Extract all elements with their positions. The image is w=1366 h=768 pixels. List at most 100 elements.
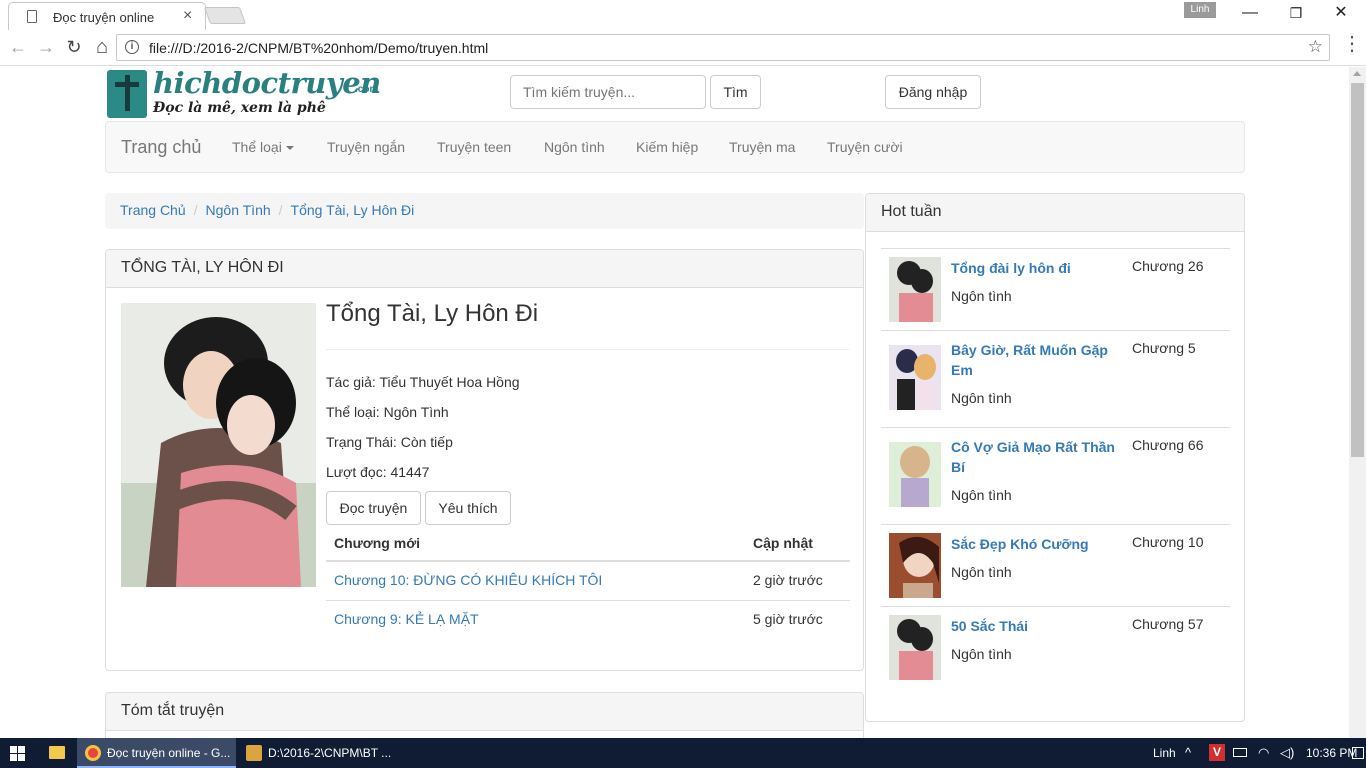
taskbar-explorer-window[interactable]: D:\2016-2\CNPM\BT ... bbox=[238, 738, 393, 768]
read-story-button[interactable]: Đọc truyện bbox=[326, 491, 421, 525]
title-divider bbox=[326, 349, 849, 350]
status-label: Trạng Thái: bbox=[326, 434, 397, 450]
author-label: Tác giả: bbox=[326, 374, 376, 390]
nav-ghost-stories[interactable]: Truyện ma bbox=[729, 139, 795, 155]
restore-icon[interactable]: ❐ bbox=[1282, 3, 1310, 25]
file-explorer-icon[interactable] bbox=[49, 746, 65, 759]
chapter-table: Chương mới Cập nhật Chương 10: ĐỪNG CÓ K… bbox=[326, 532, 850, 638]
battery-icon[interactable] bbox=[1233, 748, 1247, 757]
wifi-icon[interactable]: ◠ bbox=[1258, 738, 1269, 768]
antivirus-icon[interactable]: V bbox=[1209, 744, 1225, 761]
hot-story-chapter: Chương 5 bbox=[1132, 340, 1196, 356]
story-panel: TỔNG TÀI, LY HÔN ĐI Tổng Tài, Ly Hôn Đi … bbox=[105, 249, 864, 671]
search-input[interactable] bbox=[510, 75, 706, 109]
nav-romance[interactable]: Ngôn tình bbox=[544, 139, 605, 155]
minimize-icon[interactable]: — bbox=[1236, 3, 1264, 25]
browser-tab[interactable]: Đọc truyện online × bbox=[8, 2, 206, 30]
hot-story-title[interactable]: 50 Sắc Thái bbox=[951, 616, 1121, 636]
status-value: Còn tiếp bbox=[400, 434, 453, 450]
hot-story-genre: Ngôn tình bbox=[951, 288, 1012, 304]
page-icon bbox=[27, 10, 37, 23]
window-close-icon[interactable]: ✕ bbox=[1327, 3, 1355, 25]
nav-label: Thể loại bbox=[232, 139, 282, 155]
windows-taskbar: Đọc truyện online - G... D:\2016-2\CNPM\… bbox=[0, 738, 1366, 768]
table-row: Chương 9: KẺ LẠ MẶT 5 giờ trước bbox=[326, 600, 850, 638]
story-thumbnail[interactable] bbox=[889, 257, 941, 322]
story-views: Lượt đọc: 41447 bbox=[326, 464, 429, 480]
breadcrumb-home[interactable]: Trang Chủ bbox=[120, 202, 186, 218]
info-icon[interactable]: i bbox=[125, 40, 139, 54]
hot-week-heading: Hot tuần bbox=[866, 194, 1244, 232]
list-item[interactable]: Sắc Đẹp Khó Cưỡng Chương 10 Ngôn tình bbox=[881, 524, 1230, 606]
views-label: Lượt đọc: bbox=[326, 464, 387, 480]
hot-story-chapter: Chương 66 bbox=[1132, 437, 1204, 453]
breadcrumb-story[interactable]: Tổng Tài, Ly Hôn Đi bbox=[291, 202, 415, 218]
address-bar[interactable]: i file:///D:/2016-2/CNPM/BT%20nhom/Demo/… bbox=[116, 34, 1330, 61]
author-value: Tiểu Thuyết Hoa Hồng bbox=[379, 374, 520, 390]
breadcrumb-genre[interactable]: Ngôn Tình bbox=[206, 202, 271, 218]
story-author: Tác giả: Tiểu Thuyết Hoa Hồng bbox=[326, 374, 520, 390]
forward-icon[interactable]: → bbox=[34, 36, 58, 58]
story-thumbnail[interactable] bbox=[889, 533, 941, 598]
nav-martial-arts[interactable]: Kiếm hiệp bbox=[636, 139, 698, 155]
reload-icon[interactable]: ↻ bbox=[62, 36, 86, 58]
page-viewport: hichdoctruyen .com Đọc là mê, xem là phê… bbox=[0, 67, 1349, 738]
story-thumbnail[interactable] bbox=[889, 442, 941, 507]
page-scrollbar[interactable] bbox=[1349, 67, 1366, 738]
favorite-button[interactable]: Yêu thích bbox=[425, 491, 511, 525]
bookmark-star-icon[interactable]: ☆ bbox=[1308, 37, 1323, 57]
story-cover-image bbox=[121, 303, 316, 587]
logo-text: hichdoctruyen bbox=[153, 67, 381, 100]
story-thumbnail[interactable] bbox=[889, 615, 941, 680]
site-logo[interactable]: hichdoctruyen .com Đọc là mê, xem là phê bbox=[107, 67, 387, 120]
url-text[interactable]: file:///D:/2016-2/CNPM/BT%20nhom/Demo/tr… bbox=[149, 40, 488, 56]
home-icon[interactable]: ⌂ bbox=[90, 36, 114, 58]
list-item[interactable]: Tổng đài ly hôn đi Chương 26 Ngôn tình bbox=[881, 248, 1230, 330]
hot-story-genre: Ngôn tình bbox=[951, 487, 1012, 503]
summary-panel: Tóm tắt truyện bbox=[105, 692, 864, 738]
main-navbar: Trang chủ Thể loại Truyện ngắn Truyện te… bbox=[105, 121, 1245, 173]
notifications-icon[interactable] bbox=[1352, 747, 1364, 759]
hot-story-title[interactable]: Bây Giờ, Rất Muốn Gặp Em bbox=[951, 340, 1121, 380]
summary-heading: Tóm tắt truyện bbox=[106, 693, 863, 731]
nav-genres[interactable]: Thể loại bbox=[232, 139, 294, 155]
profile-badge[interactable]: Linh bbox=[1184, 2, 1216, 18]
list-item[interactable]: Bây Giờ, Rất Muốn Gặp Em Chương 5 Ngôn t… bbox=[881, 330, 1230, 427]
hot-story-title[interactable]: Sắc Đẹp Khó Cưỡng bbox=[951, 534, 1121, 554]
taskbar-chrome-window[interactable]: Đọc truyện online - G... bbox=[77, 738, 236, 768]
story-thumbnail[interactable] bbox=[889, 345, 941, 410]
scroll-up-icon[interactable] bbox=[1353, 71, 1361, 76]
hot-story-title[interactable]: Cô Vợ Giả Mạo Rất Thần Bí bbox=[951, 437, 1121, 477]
hot-week-panel: Hot tuần Tổng đài ly hôn đi Chương 26 Ng… bbox=[865, 193, 1245, 722]
chevron-up-icon[interactable]: ^ bbox=[1185, 738, 1191, 768]
tab-strip: Đọc truyện online × Linh — ❐ ✕ bbox=[0, 0, 1366, 30]
nav-short-stories[interactable]: Truyện ngắn bbox=[327, 139, 405, 155]
story-panel-heading: TỔNG TÀI, LY HÔN ĐI bbox=[106, 250, 863, 288]
breadcrumb-separator: / bbox=[193, 202, 198, 218]
clock[interactable]: 10:36 PM bbox=[1306, 738, 1357, 768]
taskbar-user[interactable]: Linh bbox=[1153, 738, 1176, 768]
new-tab-button[interactable] bbox=[203, 7, 247, 24]
back-icon[interactable]: ← bbox=[6, 36, 30, 58]
hot-story-title[interactable]: Tổng đài ly hôn đi bbox=[951, 258, 1121, 278]
hot-story-genre: Ngôn tình bbox=[951, 390, 1012, 406]
tab-close-icon[interactable]: × bbox=[183, 7, 192, 25]
chapter-link[interactable]: Chương 10: ĐỪNG CÓ KHIÊU KHÍCH TÔI bbox=[334, 572, 602, 588]
browser-toolbar: ← → ↻ ⌂ i file:///D:/2016-2/CNPM/BT%20nh… bbox=[0, 30, 1366, 66]
nav-home[interactable]: Trang chủ bbox=[121, 137, 201, 158]
search-button[interactable]: Tìm bbox=[710, 75, 761, 109]
nav-teen-stories[interactable]: Truyện teen bbox=[437, 139, 511, 155]
volume-icon[interactable]: ◁) bbox=[1280, 738, 1294, 768]
chapter-updated: 2 giờ trước bbox=[753, 572, 823, 588]
chapter-link[interactable]: Chương 9: KẺ LẠ MẶT bbox=[334, 611, 479, 627]
menu-icon[interactable]: ⋮ bbox=[1342, 34, 1362, 54]
list-item[interactable]: 50 Sắc Thái Chương 57 Ngôn tình bbox=[881, 606, 1230, 688]
scroll-thumb[interactable] bbox=[1351, 83, 1364, 457]
story-title: Tổng Tài, Ly Hôn Đi bbox=[326, 300, 539, 327]
login-button[interactable]: Đăng nhập bbox=[885, 75, 981, 109]
windows-start-icon[interactable] bbox=[10, 746, 25, 761]
tab-title: Đọc truyện online bbox=[53, 10, 155, 25]
list-item[interactable]: Cô Vợ Giả Mạo Rất Thần Bí Chương 66 Ngôn… bbox=[881, 427, 1230, 524]
column-header-updated: Cập nhật bbox=[753, 535, 813, 551]
nav-funny-stories[interactable]: Truyện cười bbox=[827, 139, 903, 155]
